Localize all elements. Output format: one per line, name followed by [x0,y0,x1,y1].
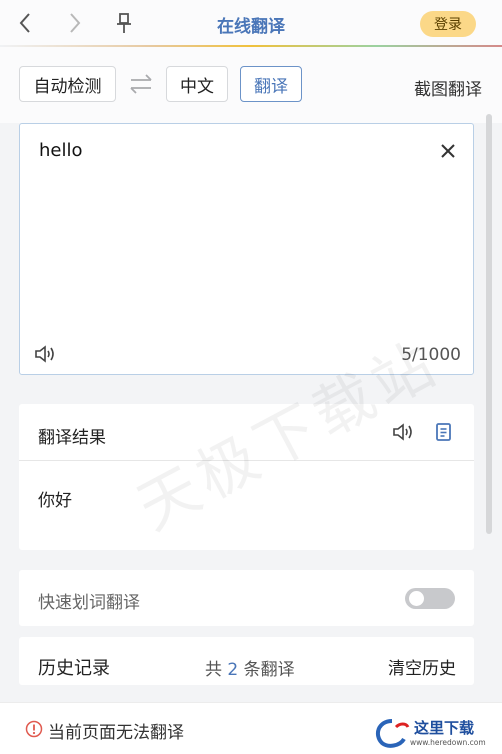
translate-button[interactable]: 翻译 [240,66,302,102]
pin-button[interactable] [111,10,137,36]
quick-translate-label: 快速划词翻译 [38,593,140,613]
result-title: 翻译结果 [38,428,106,448]
close-icon[interactable] [439,142,457,160]
logo-text: 这里下载 [414,719,474,737]
toggle-knob [409,591,424,606]
source-text-area[interactable]: hello 5/1000 [19,123,474,375]
target-language-select[interactable]: 中文 [166,66,228,102]
forward-button[interactable] [62,10,88,36]
swap-icon[interactable] [129,74,153,94]
footer: 当前页面无法翻译 这里下载 www.heredown.com [0,702,502,754]
history-count-number: 2 [227,660,239,680]
quick-translate-toggle[interactable] [405,588,455,609]
chevron-left-icon [19,13,30,33]
char-count: 5/1000 [401,345,461,365]
clear-history-button[interactable]: 清空历史 [388,654,456,679]
speaker-icon[interactable] [34,344,58,364]
result-header: 翻译结果 [19,404,474,461]
language-toolbar: 自动检测 中文 翻译 截图翻译 [0,47,502,123]
chevron-right-icon [70,13,81,33]
source-language-select[interactable]: 自动检测 [19,66,116,102]
login-button[interactable]: 登录 [420,11,476,37]
quick-translate-row: 快速划词翻译 [19,570,474,626]
logo-url: www.heredown.com [410,738,486,747]
translator-app: 在线翻译 登录 自动检测 中文 翻译 截图翻译 hello 5/1000 翻译结… [0,0,502,754]
history-panel: 历史记录 共 2 条翻译 清空历史 [19,637,474,685]
result-text: 你好 [38,491,72,511]
warning-circle-icon [25,720,43,738]
footer-message: 当前页面无法翻译 [48,723,184,743]
history-count-suffix: 条翻译 [243,660,295,680]
result-panel: 翻译结果 你好 [19,404,474,550]
scrollbar[interactable] [486,114,492,534]
site-logo: 这里下载 www.heredown.com [375,719,486,748]
source-text[interactable]: hello [39,140,83,161]
copy-icon[interactable] [433,421,455,443]
back-button[interactable] [12,10,38,36]
speaker-icon[interactable] [392,422,416,442]
top-bar: 在线翻译 登录 [0,0,502,46]
history-count: 共 2 条翻译 [205,655,295,680]
screenshot-translate-button[interactable]: 截图翻译 [414,75,482,100]
history-count-prefix: 共 [205,660,222,680]
history-title: 历史记录 [38,658,110,679]
pin-icon [117,13,131,33]
